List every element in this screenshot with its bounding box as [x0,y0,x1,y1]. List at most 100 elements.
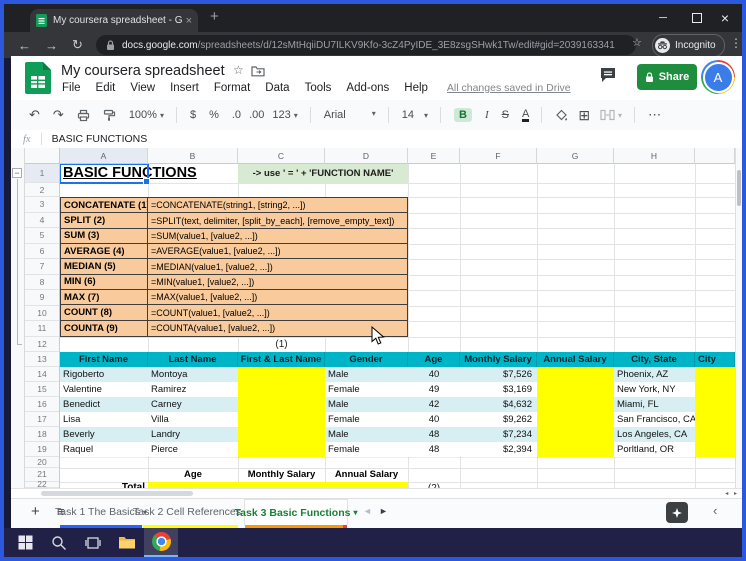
selected-cell-border[interactable] [60,164,150,185]
vertical-scrollbar[interactable] [735,148,742,488]
table-row[interactable]: Benedict Carney Male 42 $4,632 Miami, FL [60,396,735,413]
header-monthly-salary[interactable]: Monthly Salary [460,351,537,367]
bold-button[interactable]: B [454,108,472,122]
menu-file[interactable]: File [62,82,81,94]
row-header[interactable]: 15 [25,382,59,397]
redo-icon[interactable]: ↷ [53,107,64,123]
spreadsheet-grid[interactable]: BASIC FUNCTIONS -> use ' = ' + 'FUNCTION… [60,164,735,488]
row-header[interactable]: 9 [25,290,59,306]
function-name[interactable]: COUNTA (9) [61,320,148,337]
column-header-e[interactable]: E [408,148,460,164]
cell-annual-salary-empty[interactable] [537,381,614,397]
function-formula[interactable]: =MAX(value1, [value2, ...]) [148,290,407,304]
add-sheet-button[interactable]: + [31,503,40,520]
fill-color-icon[interactable] [555,109,568,122]
cell-c1-note[interactable]: -> use ' = ' + 'FUNCTION NAME' [238,164,408,183]
cell-age[interactable]: 49 [408,381,460,397]
cell-monthly-salary[interactable]: $2,394 [460,441,537,457]
function-name[interactable]: AVERAGE (4) [61,244,148,259]
cell-first-name[interactable]: Valentine [60,381,148,397]
row-header[interactable]: 22 [25,479,59,489]
function-name[interactable]: COUNT (8) [61,305,148,320]
cell-first-last-empty[interactable] [238,381,325,397]
row-header[interactable]: 12 [25,337,59,352]
cell-city-empty[interactable] [695,441,735,457]
function-formula[interactable]: =COUNTA(value1, [value2, ...]) [148,321,407,336]
function-name[interactable]: SPLIT (2) [61,213,148,228]
summary-label-monthly[interactable]: Monthly Salary [238,468,325,482]
cell-last-name[interactable]: Pierce [148,441,238,457]
table-row[interactable]: Raquel Pierce Female 48 $2,394 Porltland, OR [60,441,735,458]
row-header[interactable]: 11 [25,321,59,337]
file-explorer-button[interactable] [110,528,144,557]
cell-city-empty[interactable] [695,366,735,382]
cell-monthly-salary[interactable]: $3,169 [460,381,537,397]
cell-gender[interactable]: Female [325,441,408,457]
font-size-select[interactable]: 14 ▾ [402,109,428,121]
forward-icon[interactable]: → [45,38,58,53]
print-icon[interactable] [77,109,90,122]
collapse-panel-icon[interactable]: ‹ [713,503,717,518]
more-formats-button[interactable]: 123 ▾ [272,109,297,121]
row-header[interactable]: 16 [25,397,59,412]
font-select[interactable]: Arial ▾ [324,109,376,121]
menu-help[interactable]: Help [404,82,428,94]
functions-table[interactable]: CONCATENATE (1) =CONCATENATE(string1, [st… [60,197,408,337]
sheet-tab-task2[interactable]: Task 2 Cell References▾ [133,499,248,528]
row-header[interactable]: 6 [25,244,59,259]
step-marker-2[interactable]: (2) [408,482,460,488]
bookmark-star-icon[interactable]: ☆ [632,36,642,49]
function-name[interactable]: MAX (7) [61,290,148,305]
browser-tab[interactable]: My coursera spreadsheet - Goog × [30,9,198,32]
header-city-state[interactable]: City, State [614,351,695,367]
table-row[interactable]: Rigoberto Montoya Male 40 $7,526 Phoenix, AZ [60,366,735,383]
cell-annual-salary-empty[interactable] [537,396,614,412]
table-row[interactable]: CONCATENATE (1) =CONCATENATE(string1, [st… [61,198,407,214]
taskbar-chrome-button[interactable] [144,528,178,557]
star-document-icon[interactable]: ☆ [233,63,244,77]
cell-last-name[interactable]: Montoya [148,366,238,382]
cell-age[interactable]: 48 [408,441,460,457]
table-row[interactable]: COUNT (8) =COUNT(value1, [value2, ...]) [61,305,407,321]
row-header[interactable]: 7 [25,259,59,275]
cell-last-name[interactable]: Villa [148,411,238,427]
horizontal-scrollbar-thumb[interactable] [41,491,193,496]
cell-first-name[interactable]: Beverly [60,426,148,442]
function-name[interactable]: MIN (6) [61,274,148,290]
select-all-corner[interactable] [25,148,59,164]
scroll-arrows-icon[interactable]: ◂ ▸ [725,490,739,497]
header-first-last-name[interactable]: First & Last Name [238,351,325,367]
row-header[interactable]: 2 [25,183,59,197]
menu-insert[interactable]: Insert [170,82,199,94]
sheet-tab-task1[interactable]: Task 1 The Basics ▾ [55,499,147,528]
saved-status[interactable]: All changes saved in Drive [447,82,571,94]
column-header-b[interactable]: B [148,148,238,164]
function-formula[interactable]: =AVERAGE(value1, [value2, ...]) [148,244,407,258]
cell-monthly-salary[interactable]: $9,262 [460,411,537,427]
task-view-button[interactable] [76,528,110,557]
column-header-d[interactable]: D [325,148,408,164]
table-row[interactable]: SUM (3) =SUM(value1, [value2, ...]) [61,228,407,245]
cell-city-state[interactable]: Los Angeles, CA [614,426,695,442]
table-row[interactable]: COUNTA (9) =COUNTA(value1, [value2, ...]) [61,320,407,337]
header-annual-salary[interactable]: Annual Salary [537,351,614,367]
function-formula[interactable]: =MIN(value1, [value2, ...]) [148,275,407,289]
cell-gender[interactable]: Female [325,381,408,397]
text-color-button[interactable]: A [521,108,530,122]
cell-first-last-empty[interactable] [238,396,325,412]
paint-format-icon[interactable] [103,109,116,122]
step-marker-1[interactable]: (1) [238,337,325,352]
row-header[interactable]: 4 [25,213,59,228]
cell-city-state[interactable]: Porltland, OR [614,441,695,457]
formula-value[interactable]: BASIC FUNCTIONS [52,133,148,145]
row-header[interactable]: 19 [25,442,59,457]
fill-handle[interactable] [143,178,150,185]
table-row[interactable]: SPLIT (2) =SPLIT(text, delimiter, [split_… [61,213,407,229]
table-header-row[interactable]: First Name Last Name First & Last Name G… [60,351,735,367]
horizontal-scrollbar[interactable]: ◂ ▸ [11,488,742,498]
strikethrough-button[interactable]: S [502,109,509,121]
function-formula[interactable]: =MEDIAN(value1, [value2, ...]) [148,259,407,273]
header-age[interactable]: Age [408,351,460,367]
taskbar-search-button[interactable] [42,528,76,557]
back-icon[interactable]: ← [18,38,31,53]
